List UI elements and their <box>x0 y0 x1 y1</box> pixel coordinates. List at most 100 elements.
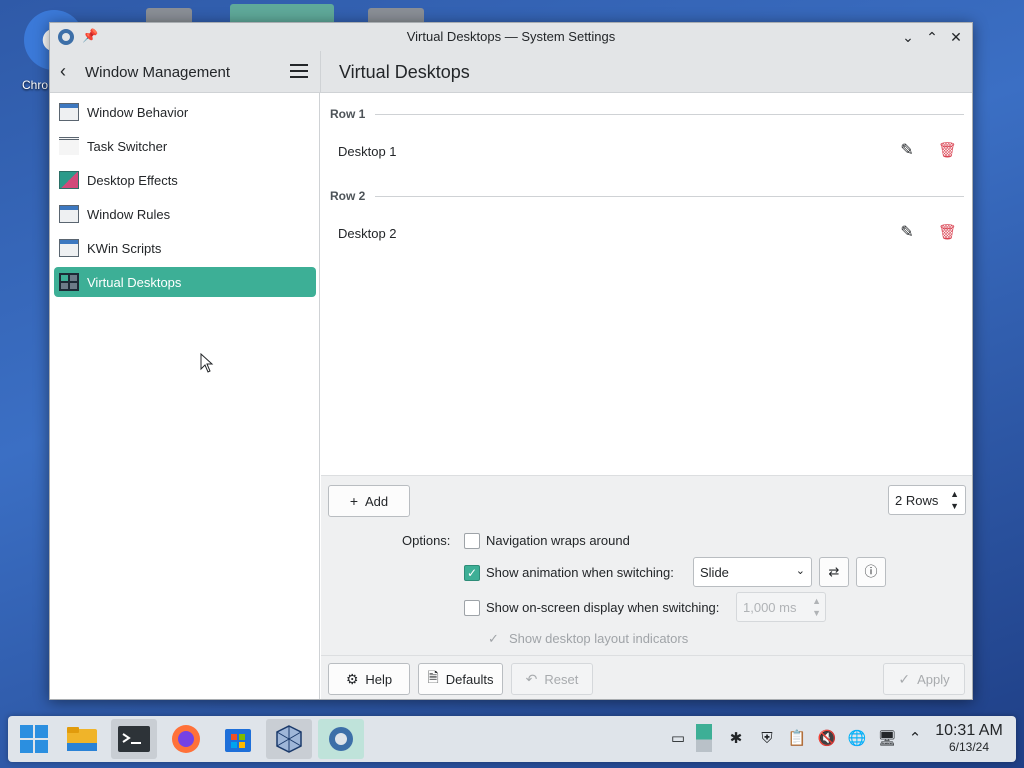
chrome-desktop-label[interactable]: Chro <box>22 78 48 92</box>
defaults-button[interactable]: 🗎 Defaults <box>418 663 503 695</box>
plus-icon: + <box>349 493 359 509</box>
sidebar-item-label: Desktop Effects <box>87 172 178 188</box>
back-arrow-icon[interactable]: ‹ <box>60 62 78 82</box>
row-header: Row 2 <box>330 189 964 203</box>
task-switcher-icon <box>59 137 79 155</box>
show-desktop-icon[interactable]: ▭ <box>668 729 688 749</box>
chevron-up-icon[interactable]: ⌃ <box>905 729 925 749</box>
maximize-button[interactable]: ⌃ <box>922 27 942 47</box>
sidebar-item-task-switcher[interactable]: Task Switcher <box>54 131 316 161</box>
reset-label: Reset <box>544 671 579 687</box>
show-animation-checkbox[interactable]: ✓ <box>464 565 480 581</box>
sidebar-item-window-rules[interactable]: Window Rules <box>54 199 316 229</box>
clock-time: 10:31 AM <box>935 722 1003 739</box>
rows-value: 2 Rows <box>895 493 939 508</box>
shield-icon[interactable]: ⛨ <box>757 729 777 749</box>
windows-logo-icon <box>20 725 48 753</box>
start-menu-button[interactable] <box>11 719 57 759</box>
show-osd-label: Show on-screen display when switching: <box>486 600 720 615</box>
network-globe-icon[interactable]: 🌐 <box>847 729 867 749</box>
bluetooth-icon[interactable]: ✱ <box>726 729 746 749</box>
chevron-down-icon[interactable]: ▼ <box>950 501 959 511</box>
pencil-edit-icon[interactable]: ✎ <box>898 224 916 242</box>
rows-spinbox[interactable]: 2 Rows ▲ ▼ <box>888 485 966 515</box>
options-label: Options: <box>402 533 451 548</box>
desktop-effects-icon <box>59 171 79 189</box>
mouse-cursor-icon <box>200 353 214 373</box>
firefox-button[interactable] <box>163 719 209 759</box>
show-osd-checkbox[interactable] <box>464 600 480 616</box>
desktop-name: Desktop 1 <box>338 143 397 159</box>
clipboard-icon[interactable]: 📋 <box>787 729 807 749</box>
trash-delete-icon[interactable]: 🗑 <box>938 224 957 242</box>
chevron-up-icon[interactable]: ▲ <box>950 489 959 499</box>
sidebar-header: ‹ Window Management <box>50 51 320 93</box>
display-icon[interactable]: 🖥 <box>877 729 897 749</box>
animation-select-value: Slide <box>700 565 729 580</box>
sidebar-item-desktop-effects[interactable]: Desktop Effects <box>54 165 316 195</box>
trash-delete-icon[interactable]: 🗑 <box>938 142 957 160</box>
hamburger-menu-icon[interactable] <box>290 64 308 80</box>
navigation-wraps-label: Navigation wraps around <box>486 533 630 548</box>
sidebar-item-virtual-desktops[interactable]: Virtual Desktops <box>54 267 316 297</box>
window-title: Virtual Desktops — System Settings <box>406 29 616 44</box>
terminal-icon <box>118 726 150 752</box>
row-header: Row 1 <box>330 107 964 121</box>
sidebar-item-window-behavior[interactable]: Window Behavior <box>54 97 316 127</box>
title-bar[interactable]: 📌 Virtual Desktops — System Settings ⌄ ⌃… <box>50 23 972 51</box>
store-icon <box>225 729 251 752</box>
virtual-desktops-icon <box>59 273 79 291</box>
chevron-up-icon[interactable]: ▲ <box>812 596 821 606</box>
show-layout-indicators-label[interactable]: Show desktop layout indicators <box>509 631 688 646</box>
row-heading: Row 2 <box>330 189 366 203</box>
help-button[interactable]: ⚙ Help <box>328 663 410 695</box>
page-title: Virtual Desktops <box>339 62 470 82</box>
kwin-scripts-icon <box>59 239 79 257</box>
firefox-icon <box>172 725 200 753</box>
settings-gear-icon <box>329 727 353 751</box>
pencil-edit-icon[interactable]: ✎ <box>898 142 916 160</box>
animation-select[interactable]: Slide ⌄ <box>693 557 812 587</box>
system-settings-button[interactable] <box>318 719 364 759</box>
reset-button[interactable]: ↶ Reset <box>511 663 593 695</box>
minimize-button[interactable]: ⌄ <box>898 27 918 47</box>
apply-button[interactable]: ✓ Apply <box>883 663 965 695</box>
dialog-button-bar: ⚙ Help 🗎 Defaults ↶ Reset ✓ Apply <box>321 655 972 699</box>
desktop-row[interactable]: Desktop 1 ✎ 🗑 <box>321 133 972 169</box>
folder-icon <box>67 727 97 751</box>
osd-duration-spinbox[interactable]: 1,000 ms ▲ ▼ <box>736 592 826 622</box>
checkmark-icon: ✓ <box>898 670 911 687</box>
show-animation-label: Show animation when switching: <box>486 565 674 580</box>
store-button[interactable] <box>215 719 261 759</box>
animation-info-button[interactable]: ⓘ <box>856 557 886 587</box>
desktop-name: Desktop 2 <box>338 225 397 241</box>
page-header: Virtual Desktops <box>320 51 972 93</box>
desktop-row[interactable]: Desktop 2 ✎ 🗑 <box>321 215 972 251</box>
sidebar-item-label: KWin Scripts <box>87 240 162 256</box>
close-button[interactable]: ✕ <box>946 27 966 47</box>
sidebar-item-label: Virtual Desktops <box>87 274 182 290</box>
apply-label: Apply <box>917 671 950 687</box>
window-icon <box>59 103 79 121</box>
virtualbox-button[interactable] <box>266 719 312 759</box>
sidebar-title: Window Management <box>85 64 231 81</box>
navigation-wraps-checkbox[interactable] <box>464 533 480 549</box>
document-icon: 🗎 <box>427 669 439 685</box>
row-heading: Row 1 <box>330 107 366 121</box>
taskbar: ▭ ✱ ⛨ 📋 🔇 🌐 🖥 ⌃ 10:31 AM 6/13/24 <box>8 716 1016 762</box>
add-desktop-button[interactable]: + Add <box>328 485 410 517</box>
file-explorer-button[interactable] <box>59 719 105 759</box>
sidebar-item-label: Window Behavior <box>87 104 189 120</box>
sidebar-item-label: Window Rules <box>87 206 171 222</box>
options-panel: + Add 2 Rows ▲ ▼ Options: Navigation wra… <box>321 475 972 655</box>
chevron-down-icon: ⌄ <box>795 565 805 577</box>
volume-muted-icon[interactable]: 🔇 <box>817 729 837 749</box>
sidebar-item-kwin-scripts[interactable]: KWin Scripts <box>54 233 316 263</box>
osd-duration-value: 1,000 ms <box>743 600 797 615</box>
defaults-label: Defaults <box>445 671 494 687</box>
animation-settings-button[interactable]: ⇄ <box>819 557 849 587</box>
terminal-button[interactable] <box>111 719 157 759</box>
chevron-down-icon[interactable]: ▼ <box>812 608 821 618</box>
clock[interactable]: 10:31 AM 6/13/24 <box>932 722 1006 754</box>
pager-icon[interactable] <box>696 724 712 752</box>
